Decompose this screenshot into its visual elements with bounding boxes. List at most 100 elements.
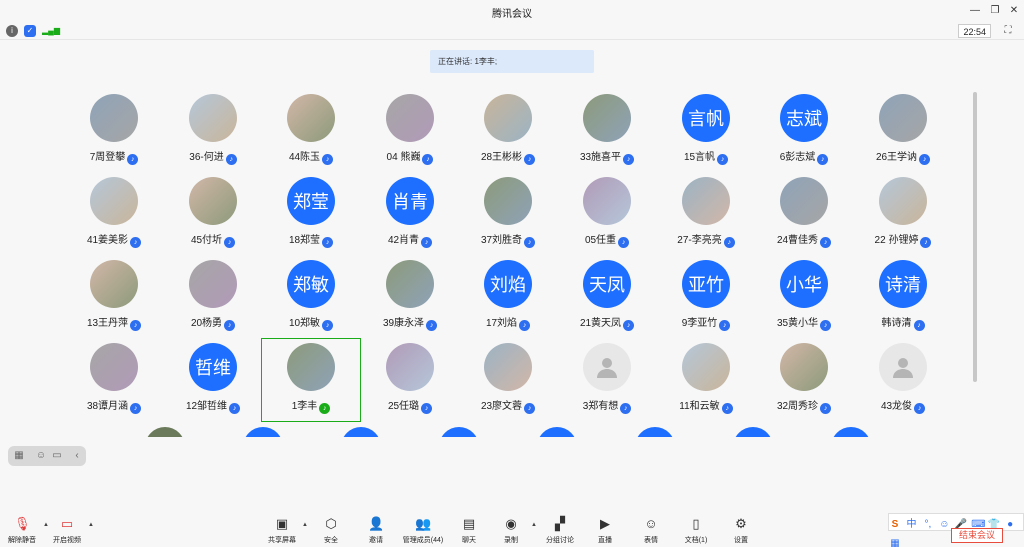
mute-options-caret-icon[interactable]: ▲ (43, 522, 49, 528)
toolbar-breakout-button[interactable]: ▞ 分组讨论 (537, 513, 583, 547)
chevron-left-icon[interactable]: ‹ (70, 449, 84, 463)
toolbar-live-button[interactable]: ▶ 直播 (582, 513, 628, 547)
mic-icon: ♪ (229, 403, 241, 414)
participant-tile[interactable]: 1李丰 ♪ (261, 338, 361, 422)
participant-tile[interactable]: 24曹佳秀 ♪ (755, 173, 853, 255)
participant-tile[interactable]: 20杨勇 ♪ (164, 256, 262, 338)
partial-avatar (439, 427, 479, 437)
avatar-photo (780, 343, 828, 391)
participant-tile[interactable]: 39康永泽 ♪ (361, 256, 459, 338)
avatar-photo (189, 260, 237, 308)
face-icon[interactable]: ☺ (34, 449, 48, 463)
participant-name-row: 1李丰 ♪ (262, 397, 360, 414)
participant-tile[interactable]: 3郑有想 ♪ (558, 339, 656, 421)
toolbar-share-screen-button[interactable]: ▣ 共享屏幕 (259, 513, 305, 547)
partial-avatar (537, 427, 577, 437)
participant-name: 15言帆 (683, 152, 716, 163)
participant-tile[interactable]: 天凤 21黄天凤 ♪ (558, 256, 656, 338)
participant-tile[interactable]: 言帆 15言帆 ♪ (657, 90, 755, 172)
toolbar-label: 文档(1) (684, 537, 708, 544)
participant-tile[interactable]: 36-何进 ♪ (164, 90, 262, 172)
user-icon[interactable]: ● (1004, 517, 1016, 533)
avatar-initials: 诗清 (879, 260, 927, 308)
punctuation-icon[interactable]: °, (922, 517, 934, 533)
participant-tile[interactable]: 33施喜平 ♪ (558, 90, 656, 172)
share-options-caret-icon[interactable]: ▲ (302, 522, 308, 528)
chat-bubble-icon[interactable]: ▭ (50, 449, 64, 463)
toolbar-shield-button[interactable]: ⬡ 安全 (308, 513, 354, 547)
toolbar-record-button[interactable]: ◉ 录制 (488, 513, 534, 547)
participant-tile[interactable]: 45付圻 ♪ (164, 173, 262, 255)
participant-tile[interactable]: 郑敏 10郑敏 ♪ (262, 256, 360, 338)
toolbar-label: 安全 (324, 537, 338, 544)
signal-icon[interactable]: ▂▄▆ (42, 25, 60, 37)
shield-icon[interactable]: ✓ (24, 25, 36, 37)
toolbar-gear-button[interactable]: ⚙ 设置 (718, 513, 764, 547)
video-options-caret-icon[interactable]: ▲ (88, 522, 94, 528)
participant-name-row: 36-何进 ♪ (164, 148, 262, 165)
record-options-caret-icon[interactable]: ▲ (531, 522, 537, 528)
participant-tile[interactable]: 肖青 42肖青 ♪ (361, 173, 459, 255)
participant-tile[interactable]: 05任重 ♪ (558, 173, 656, 255)
participant-tile[interactable]: 27-李亮亮 ♪ (657, 173, 755, 255)
info-icon[interactable]: i (6, 25, 18, 37)
mic-icon: ♪ (820, 237, 832, 248)
scrollbar[interactable] (973, 92, 977, 382)
partial-avatar (733, 427, 773, 437)
mic-icon: ♪ (721, 403, 733, 414)
fullscreen-icon[interactable]: ⛶ (1002, 25, 1014, 37)
participant-tile[interactable]: 哲维 12邹哲维 ♪ (164, 339, 262, 421)
participant-tile[interactable]: 小华 35黄小华 ♪ (755, 256, 853, 338)
toolbar-document-button[interactable]: ▯ 文档(1) (673, 513, 719, 547)
participant-tile[interactable]: 诗清 韩诗清 ♪ (854, 256, 952, 338)
participant-tile[interactable]: 38谭月涵 ♪ (65, 339, 163, 421)
participant-tile[interactable]: 郑莹 18郑莹 ♪ (262, 173, 360, 255)
participant-name-row: 22 孙锂婷 ♪ (854, 231, 952, 248)
toolbar-members-button[interactable]: 👥 管理成员(44) (400, 513, 446, 547)
participant-tile[interactable]: 7周登攀 ♪ (65, 90, 163, 172)
avatar-photo (386, 343, 434, 391)
emoji-icon[interactable]: ☺ (938, 517, 950, 533)
end-meeting-button[interactable]: 结束会议 (951, 528, 1003, 543)
toolbar-chat-button[interactable]: ▤ 聊天 (446, 513, 492, 547)
avatar-photo (682, 177, 730, 225)
mic-icon: ♪ (322, 154, 334, 165)
ime-mode[interactable]: 中 (905, 517, 917, 533)
participant-tile[interactable]: 28王彬彬 ♪ (459, 90, 557, 172)
toolbar-video-off-button[interactable]: ▭ 开启视频 (44, 513, 90, 547)
participant-name: 28王彬彬 (480, 152, 523, 163)
participant-tile[interactable]: 23廖文蓉 ♪ (459, 339, 557, 421)
participant-tile[interactable]: 04 熊巍 ♪ (361, 90, 459, 172)
participant-tile[interactable]: 26王学讷 ♪ (854, 90, 952, 172)
restore-icon[interactable]: ❐ (987, 3, 1003, 19)
participant-tile[interactable]: 25任璐 ♪ (361, 339, 459, 421)
toolbar-mic-muted-button[interactable]: 🎙 解除静音 (0, 513, 45, 547)
avatar-photo (189, 94, 237, 142)
participant-name: 11和云敏 (679, 401, 720, 412)
participant-tile[interactable]: 32周秀珍 ♪ (755, 339, 853, 421)
participant-tile[interactable]: 亚竹 9李亚竹 ♪ (657, 256, 755, 338)
participant-tile[interactable]: 37刘胜奇 ♪ (459, 173, 557, 255)
participant-tile[interactable]: 43龙俊 ♪ (854, 339, 952, 421)
participant-tile[interactable]: 志斌 6彭志斌 ♪ (755, 90, 853, 172)
participant-tile[interactable]: 刘焰 17刘焰 ♪ (459, 256, 557, 338)
participant-tile[interactable]: 44陈玉 ♪ (262, 90, 360, 172)
participant-tile[interactable]: 11和云敏 ♪ (657, 339, 755, 421)
participant-name: 23廖文蓉 (480, 401, 523, 412)
toolbar-invite-button[interactable]: 👤 邀请 (353, 513, 399, 547)
mic-icon: ♪ (913, 320, 925, 331)
avatar-photo (879, 177, 927, 225)
meeting-clock: 22:54 (958, 24, 991, 38)
participant-tile[interactable]: 13王丹萍 ♪ (65, 256, 163, 338)
participant-name-row: 27-李亮亮 ♪ (657, 231, 755, 248)
avatar-initials: 刘焰 (484, 260, 532, 308)
close-icon[interactable]: ✕ (1006, 3, 1022, 19)
minimize-icon[interactable]: — (967, 3, 983, 19)
participant-name-row: 10郑敏 ♪ (262, 314, 360, 331)
participant-tile[interactable]: 41姜美影 ♪ (65, 173, 163, 255)
grid-menu-icon[interactable]: ▦ (889, 536, 901, 547)
participant-tile[interactable]: 22 孙锂婷 ♪ (854, 173, 952, 255)
partial-avatar (243, 427, 283, 437)
toolbar-emoji-button[interactable]: ☺ 表情 (628, 513, 674, 547)
grid-view-icon[interactable]: ▦ (12, 449, 26, 463)
